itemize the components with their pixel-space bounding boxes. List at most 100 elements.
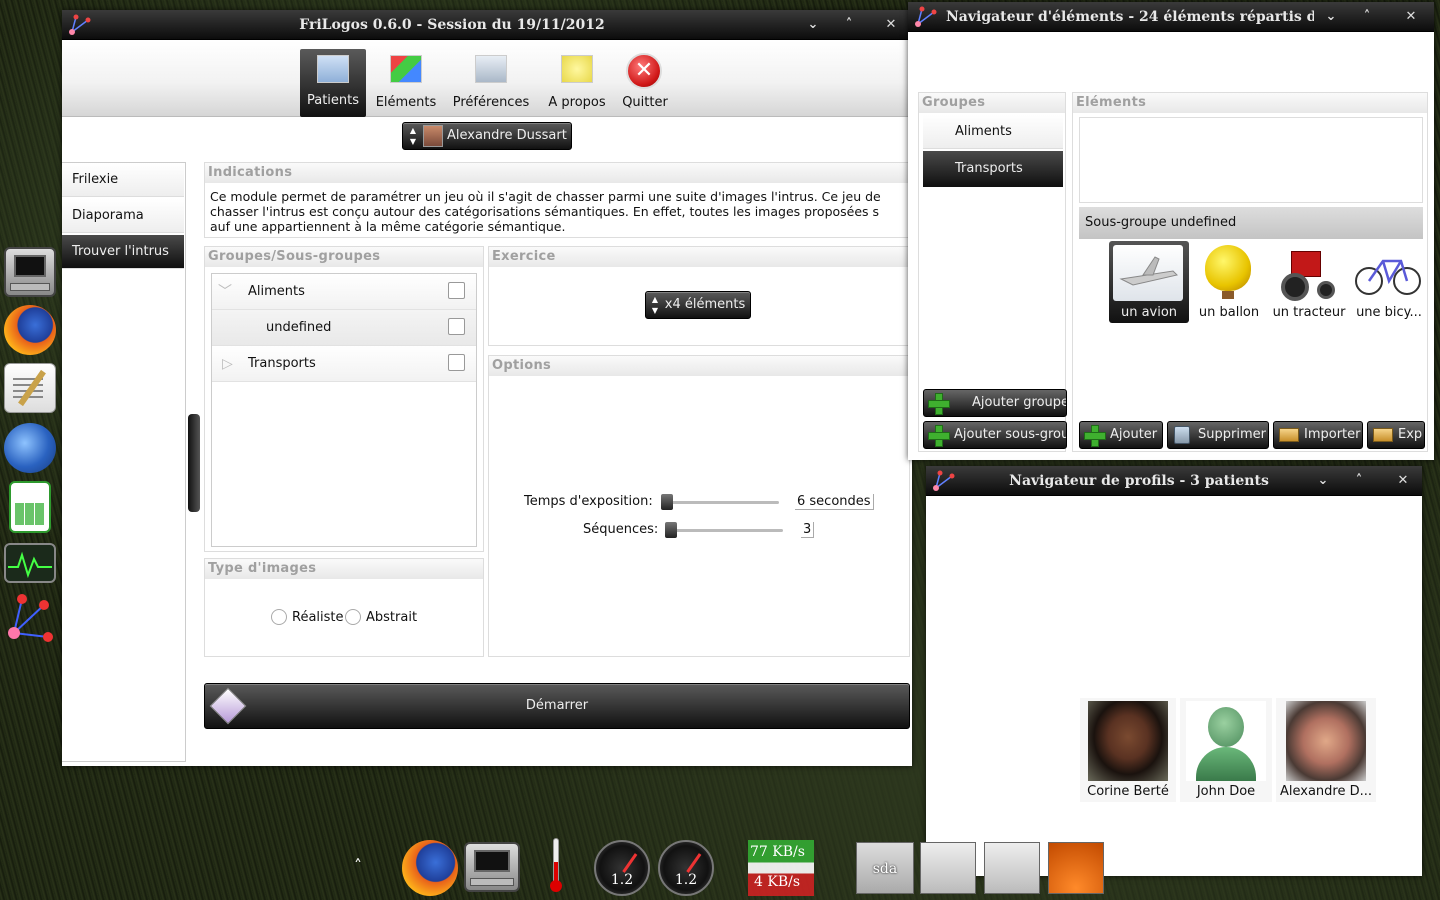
- patient-card-alexandre[interactable]: Alexandre D...: [1276, 698, 1376, 802]
- export-icon: [1373, 428, 1393, 442]
- toolbar-about[interactable]: A propos: [544, 49, 610, 117]
- exposure-value[interactable]: 6 secondes: [795, 494, 874, 510]
- patients-icon: [317, 55, 349, 83]
- realistic-label: Réaliste: [292, 610, 344, 625]
- groups-list-item-transports[interactable]: Transports: [923, 151, 1063, 187]
- start-diamond-icon: [209, 687, 247, 725]
- exposure-slider-handle[interactable]: [661, 494, 673, 510]
- trash-icon: [1174, 426, 1190, 444]
- toolbar-preferences-label: Préférences: [452, 95, 530, 110]
- sidebar-item-frilexie[interactable]: Frilexie: [62, 163, 184, 197]
- indications-label: Indications: [205, 163, 909, 183]
- airplane-image: [1113, 245, 1183, 301]
- exposure-slider-track[interactable]: [661, 501, 779, 504]
- text-editor-icon[interactable]: [4, 363, 56, 413]
- abstract-radio[interactable]: [345, 609, 361, 625]
- export-element-button[interactable]: Exp: [1367, 421, 1425, 449]
- sidebar-item-label: Diaporama: [72, 208, 144, 223]
- add-subgroup-label: Ajouter sous-groupe: [954, 427, 1066, 442]
- cpu-gauge-2: 1.2: [658, 840, 714, 896]
- patient-card-corine[interactable]: Corine Berté: [1080, 698, 1176, 802]
- preferences-icon: [475, 55, 507, 83]
- tree-row-undefined[interactable]: undefined: [212, 310, 476, 346]
- bicycle-image: [1353, 245, 1423, 301]
- groups-tree: ﹀ Aliments undefined ▷ Transports: [211, 273, 477, 547]
- aliments-checkbox[interactable]: [448, 282, 465, 299]
- undefined-checkbox[interactable]: [448, 318, 465, 335]
- computer-icon[interactable]: [464, 842, 520, 892]
- taskbar-slot-3[interactable]: [1048, 842, 1104, 894]
- disk-label: sda: [872, 861, 898, 877]
- image-type-panel: Type d'images Réaliste Abstrait: [204, 558, 484, 657]
- add-group-button[interactable]: Ajouter groupe: [923, 389, 1067, 417]
- subgroup-header[interactable]: Sous-groupe undefined: [1079, 207, 1423, 239]
- frilogos-icon[interactable]: [4, 593, 56, 653]
- group-item-label: Aliments: [955, 124, 1012, 139]
- sidebar-item-trouver-intrus[interactable]: Trouver l'intrus: [62, 235, 184, 269]
- element-thumb-bicyclette[interactable]: une bicy...: [1349, 241, 1429, 323]
- firefox-icon[interactable]: [4, 305, 56, 355]
- close-button[interactable]: ✕: [876, 10, 906, 40]
- toolbar-quit[interactable]: ✕ Quitter: [618, 47, 672, 117]
- taskbar-slot-2[interactable]: [984, 842, 1040, 894]
- elements-titlebar[interactable]: Navigateur d'éléments - 24 éléments répa…: [908, 2, 1434, 32]
- elements-window: Navigateur d'éléments - 24 éléments répa…: [908, 2, 1434, 460]
- options-label: Options: [489, 356, 909, 376]
- import-element-label: Importer: [1304, 427, 1361, 442]
- maximize-button[interactable]: ˄: [834, 10, 864, 40]
- thunderbird-icon[interactable]: [4, 423, 56, 473]
- sequences-slider-track[interactable]: [665, 529, 783, 532]
- patient-name: Corine Berté: [1087, 784, 1169, 799]
- patient-card-john[interactable]: John Doe: [1180, 698, 1272, 802]
- toolbar-patients[interactable]: Patients: [300, 49, 366, 117]
- sidebar-scrollbar[interactable]: [188, 414, 200, 512]
- transports-checkbox[interactable]: [448, 354, 465, 371]
- close-button[interactable]: ✕: [1396, 2, 1426, 32]
- spreadsheet-icon[interactable]: [9, 481, 51, 533]
- element-count-spinner[interactable]: ▲ ▼ x4 éléments: [645, 291, 751, 319]
- realistic-radio[interactable]: [271, 609, 287, 625]
- maximize-button[interactable]: ˄: [1352, 2, 1382, 32]
- tree-row-transports[interactable]: ▷ Transports: [212, 346, 476, 382]
- system-monitor-icon[interactable]: [4, 543, 56, 583]
- taskbar-arrow-icon[interactable]: ˄: [354, 856, 362, 875]
- groups-list-label: Groupes: [919, 93, 1065, 113]
- minimize-button[interactable]: ⌄: [798, 10, 828, 40]
- minimize-button[interactable]: ⌄: [1316, 2, 1346, 32]
- element-thumb-avion[interactable]: un avion: [1109, 241, 1189, 323]
- tree-row-aliments[interactable]: ﹀ Aliments: [212, 274, 476, 310]
- profiles-titlebar[interactable]: Navigateur de profils - 3 patients ⌄ ˄ ✕: [926, 466, 1422, 496]
- groups-list-item-aliments[interactable]: Aliments: [923, 115, 1063, 149]
- element-thumb-tracteur[interactable]: un tracteur: [1269, 241, 1349, 323]
- sequences-slider-handle[interactable]: [665, 522, 677, 538]
- gauge-value: 1.2: [610, 872, 634, 888]
- exercise-label: Exercice: [489, 247, 909, 267]
- import-element-button[interactable]: Importer: [1273, 421, 1363, 449]
- main-titlebar[interactable]: FriLogos 0.6.0 - Session du 19/11/2012 ⌄…: [62, 10, 912, 40]
- patient-photo: [1088, 701, 1168, 781]
- delete-element-button[interactable]: Supprimer: [1167, 421, 1269, 449]
- add-element-button[interactable]: Ajouter: [1079, 421, 1163, 449]
- start-button[interactable]: Démarrer: [204, 683, 910, 729]
- computer-icon[interactable]: [4, 247, 56, 297]
- module-sidebar: Frilexie Diaporama Trouver l'intrus: [62, 162, 186, 762]
- sidebar-item-diaporama[interactable]: Diaporama: [62, 199, 184, 233]
- add-subgroup-button[interactable]: Ajouter sous-groupe: [923, 421, 1067, 449]
- gauge-value: 1.2: [674, 872, 698, 888]
- patient-selector[interactable]: ▲ ▼ Alexandre Dussart: [402, 122, 572, 150]
- expanded-arrow-icon[interactable]: ﹀: [218, 274, 232, 310]
- element-thumb-ballon[interactable]: un ballon: [1189, 241, 1269, 323]
- collapsed-arrow-icon[interactable]: ▷: [222, 346, 233, 382]
- toolbar-elements[interactable]: Eléments: [372, 49, 440, 117]
- minimize-button[interactable]: ⌄: [1308, 466, 1338, 496]
- sequences-value[interactable]: 3: [801, 522, 815, 538]
- toolbar-about-label: A propos: [548, 95, 606, 110]
- disk-monitor: sda: [856, 842, 914, 894]
- firefox-icon[interactable]: [402, 840, 458, 896]
- maximize-button[interactable]: ˄: [1344, 466, 1374, 496]
- exposure-label: Temps d'exposition:: [524, 494, 653, 509]
- close-button[interactable]: ✕: [1388, 466, 1418, 496]
- element-label: un avion: [1120, 305, 1178, 320]
- taskbar-slot-1[interactable]: [920, 842, 976, 894]
- toolbar-preferences[interactable]: Préférences: [450, 49, 532, 117]
